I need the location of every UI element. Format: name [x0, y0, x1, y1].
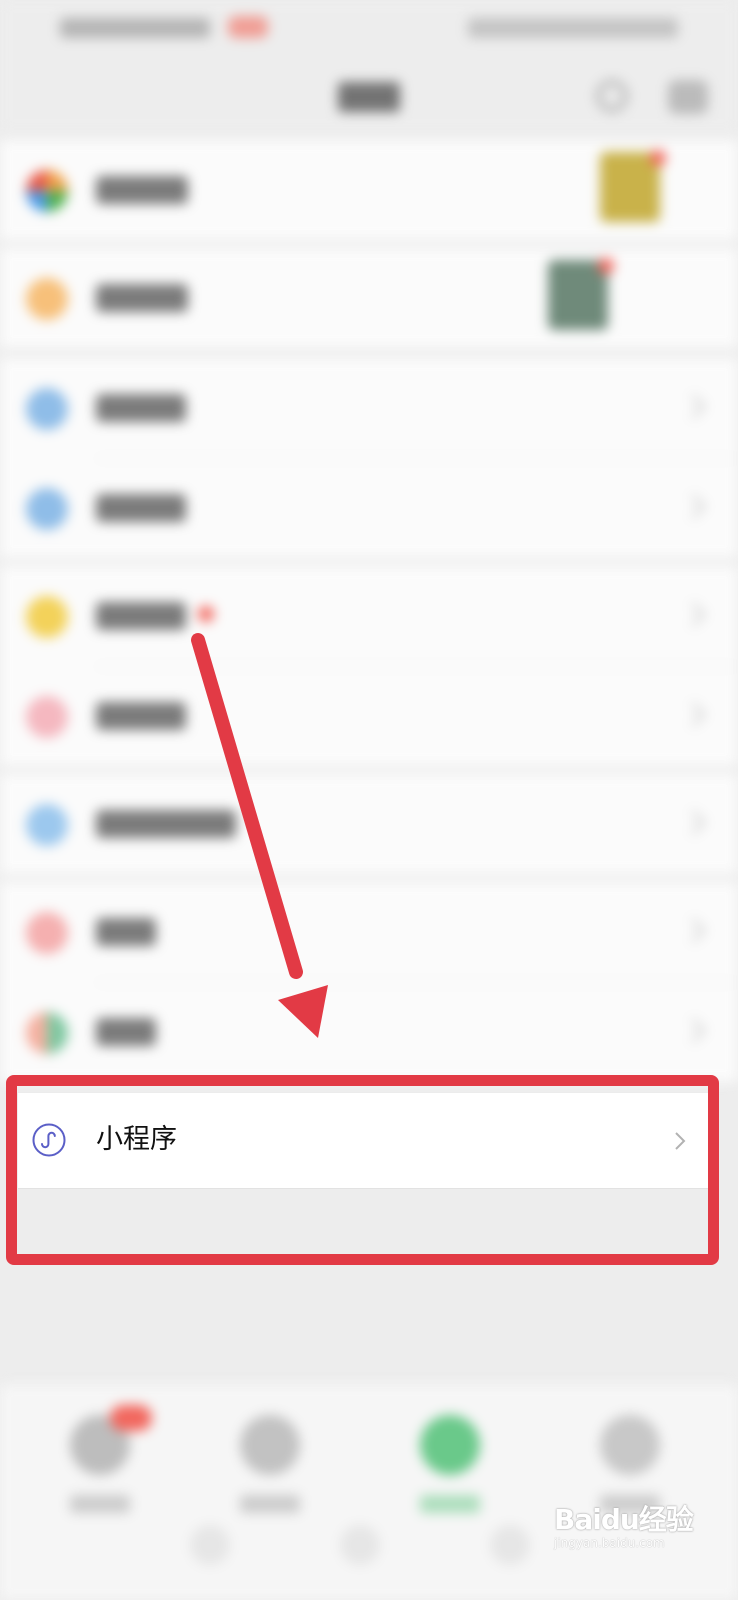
annotation-arrow	[191, 633, 328, 1038]
watermark: Baidu经验 jingyan.baidu.com	[554, 1488, 694, 1550]
watermark-text: Baidu经验	[554, 1503, 694, 1536]
watermark-sub: jingyan.baidu.com	[554, 1536, 665, 1550]
